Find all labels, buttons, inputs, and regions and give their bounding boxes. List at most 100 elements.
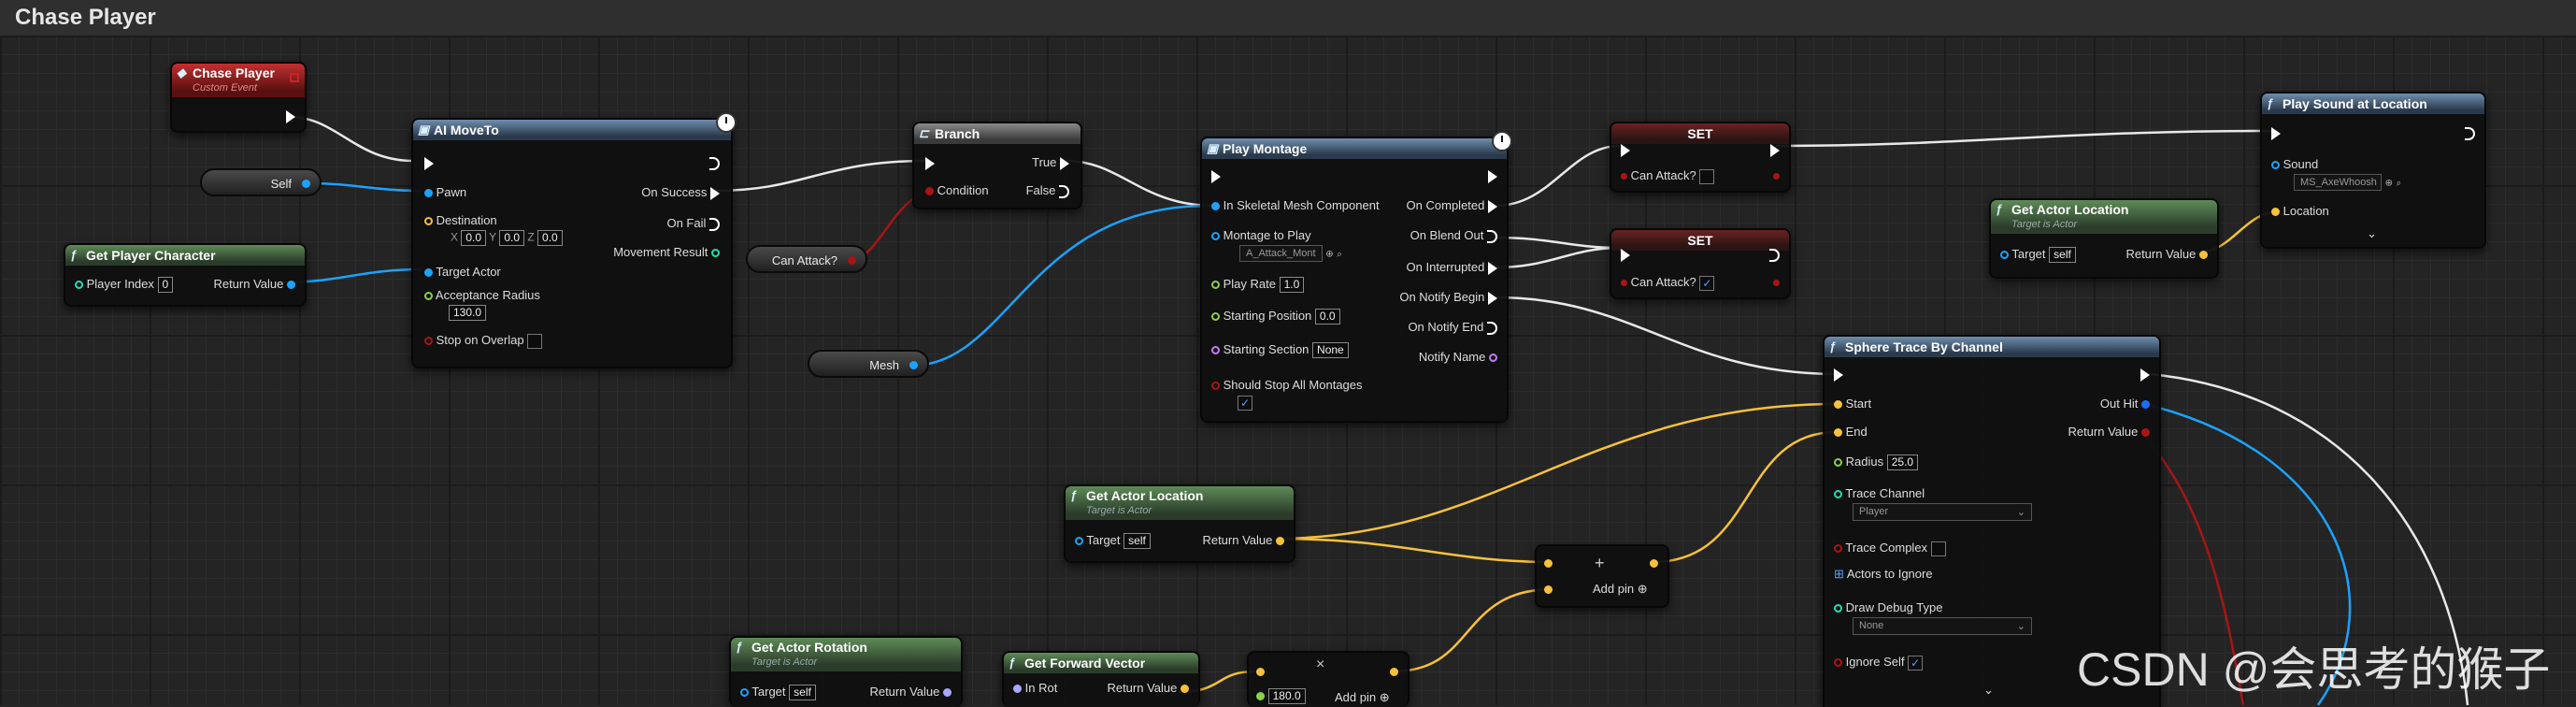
exec-out-pin[interactable] [286, 108, 295, 123]
play-sound-at-location-node[interactable]: ƒ Play Sound at Location Sound MS_AxeWho… [2260, 92, 2486, 249]
destination-pin-row[interactable]: Destination [424, 213, 497, 227]
out-pin[interactable] [1650, 556, 1658, 570]
false-pin-row[interactable]: False [1026, 183, 1069, 198]
radius-row[interactable]: Radius 25.0 [1834, 454, 1919, 471]
starting-section-input[interactable]: None [1312, 342, 1349, 359]
exec-in-pin[interactable] [925, 155, 935, 170]
b-pin[interactable] [1544, 582, 1553, 596]
set-can-attack-node-2[interactable]: SET Can Attack? ✓ [1610, 228, 1791, 299]
location-row[interactable]: Location [2271, 204, 2329, 218]
actors-to-ignore-row[interactable]: ⊞ Actors to Ignore [1834, 567, 1933, 582]
trace-complex-row[interactable]: Trace Complex [1834, 541, 1946, 556]
condition-pin-row[interactable]: Condition [925, 183, 989, 197]
out-pin[interactable] [1390, 664, 1398, 678]
exec-out-pin[interactable] [2140, 367, 2150, 382]
on-interrupted-pin-row[interactable]: On Interrupted [1407, 260, 1497, 275]
starting-position-row[interactable]: Starting Position 0.0 [1211, 309, 1340, 325]
starting-position-input[interactable]: 0.0 [1314, 309, 1340, 325]
acceptance-radius-input[interactable]: 130.0 [449, 305, 487, 322]
in-rot-pin-row[interactable]: In Rot [1013, 681, 1057, 695]
a-pin[interactable] [1544, 556, 1553, 570]
exec-out-pin[interactable] [1488, 168, 1497, 183]
self-variable[interactable]: Self [200, 168, 322, 196]
on-success-pin-row[interactable]: On Success [641, 185, 720, 200]
radius-input[interactable]: 25.0 [1886, 454, 1919, 471]
x-input[interactable]: 0.0 [461, 230, 487, 246]
exec-out-pin[interactable] [1770, 142, 1780, 157]
expand-chevron-icon[interactable]: ⌄ [1983, 683, 1994, 698]
true-pin-row[interactable]: True [1032, 155, 1069, 170]
trace-complex-checkbox[interactable] [1930, 541, 1946, 556]
trace-channel-dropdown[interactable]: Player ⌄ [1853, 503, 2032, 521]
return-value-row[interactable]: Return Value [869, 685, 952, 699]
delegate-pin[interactable] [290, 73, 299, 82]
get-forward-vector-node[interactable]: ƒ Get Forward Vector In Rot Return Value [1002, 651, 1200, 707]
montage-to-play-row[interactable]: Montage to Play [1211, 228, 1311, 242]
target-pin-row[interactable]: Target self [1075, 533, 1151, 550]
start-pin-row[interactable]: Start [1834, 397, 1871, 411]
search-icon[interactable]: ⌕ [2397, 178, 2402, 188]
return-value-pin-row[interactable]: Return Value [2068, 425, 2150, 439]
should-stop-checkbox[interactable]: ✓ [1238, 395, 1252, 411]
return-value-row[interactable]: Return Value [213, 277, 295, 291]
exec-in-pin[interactable] [424, 155, 434, 170]
expand-chevron-icon[interactable]: ⌄ [2367, 226, 2377, 241]
end-pin-row[interactable]: End [1834, 425, 1868, 439]
browse-icon[interactable]: ⊕ [2385, 178, 2393, 188]
y-input[interactable]: 0.0 [499, 230, 524, 246]
trace-channel-row[interactable]: Trace Channel [1834, 486, 1925, 500]
array-pin-icon[interactable]: ⊞ [1834, 567, 1844, 581]
exec-out-pin[interactable] [1769, 247, 1780, 262]
ignore-self-checkbox[interactable]: ✓ [1908, 655, 1924, 671]
custom-event-node[interactable]: ◆ Chase Player Custom Event [170, 62, 307, 133]
draw-debug-dropdown[interactable]: None ⌄ [1853, 617, 2032, 635]
on-notify-end-pin-row[interactable]: On Notify End [1408, 320, 1497, 335]
ai-moveto-node[interactable]: ▣ AI MoveTo Pawn On Success Destination … [411, 112, 737, 368]
set-can-attack-node-1[interactable]: SET Can Attack? [1610, 122, 1791, 193]
exec-in-pin[interactable] [1621, 247, 1630, 262]
multiply-value-input[interactable]: 180.0 [1267, 688, 1306, 705]
vector-multiply-node[interactable]: × 180.0 Add pin ⊕ [1247, 651, 1410, 707]
exec-in-pin[interactable] [2271, 125, 2281, 140]
get-actor-location-node-mid[interactable]: ƒ Get Actor Location Target is Actor Tar… [1064, 484, 1295, 563]
can-attack-output-pin[interactable] [1773, 275, 1780, 289]
acceptance-radius-row[interactable]: Acceptance Radius [424, 288, 540, 302]
can-attack-checkbox[interactable] [1699, 168, 1715, 184]
mesh-variable[interactable]: Mesh [808, 350, 929, 378]
on-blend-out-pin-row[interactable]: On Blend Out [1410, 228, 1497, 243]
target-actor-pin-row[interactable]: Target Actor [424, 265, 501, 279]
exec-in-pin[interactable] [1211, 168, 1221, 183]
add-pin-button[interactable]: Add pin ⊕ [1335, 690, 1390, 705]
get-actor-location-node-top[interactable]: ƒ Get Actor Location Target is Actor Tar… [1989, 198, 2219, 279]
return-value-row[interactable]: Return Value [1107, 681, 1189, 695]
sound-asset-picker[interactable]: MS_AxeWhoosh [2294, 174, 2382, 191]
target-pin-row[interactable]: Target self [2000, 247, 2076, 264]
play-rate-input[interactable]: 1.0 [1279, 277, 1305, 294]
exec-in-pin[interactable] [1621, 142, 1630, 157]
return-value-row[interactable]: Return Value [1202, 533, 1284, 547]
stop-on-overlap-checkbox[interactable] [527, 333, 543, 349]
can-attack-output-pin[interactable] [1773, 168, 1780, 182]
can-attack-out-pin[interactable] [848, 256, 856, 265]
player-index-row[interactable]: Player Index 0 [75, 277, 174, 294]
in-skeletal-pin-row[interactable]: In Skeletal Mesh Component [1211, 198, 1380, 212]
ignore-self-row[interactable]: Ignore Self ✓ [1834, 655, 1924, 671]
sound-row[interactable]: Sound [2271, 157, 2318, 171]
stop-on-overlap-row[interactable]: Stop on Overlap [424, 333, 543, 349]
can-attack-input-row[interactable]: Can Attack? ✓ [1621, 275, 1715, 291]
on-notify-begin-pin-row[interactable]: On Notify Begin [1399, 290, 1497, 305]
player-index-input[interactable]: 0 [157, 277, 174, 294]
on-completed-pin-row[interactable]: On Completed [1407, 198, 1497, 213]
b-pin-row[interactable]: 180.0 [1256, 688, 1306, 705]
exec-out-pin[interactable] [2465, 125, 2475, 140]
pawn-pin-row[interactable]: Pawn [424, 185, 466, 199]
can-attack-variable[interactable]: Can Attack? [746, 245, 867, 273]
can-attack-input-row[interactable]: Can Attack? [1621, 168, 1715, 184]
branch-node[interactable]: ⊏ Branch True Condition False [912, 122, 1082, 209]
add-pin-button[interactable]: Add pin ⊕ [1593, 582, 1648, 597]
notify-name-pin-row[interactable]: Notify Name [1419, 350, 1497, 364]
movement-result-pin-row[interactable]: Movement Result [613, 245, 720, 259]
get-player-character-node[interactable]: ƒ Get Player Character Player Index 0 Re… [64, 243, 307, 307]
get-actor-rotation-node[interactable]: ƒ Get Actor Rotation Target is Actor Tar… [729, 636, 963, 707]
montage-asset-picker[interactable]: A_Attack_Mont [1239, 245, 1323, 262]
